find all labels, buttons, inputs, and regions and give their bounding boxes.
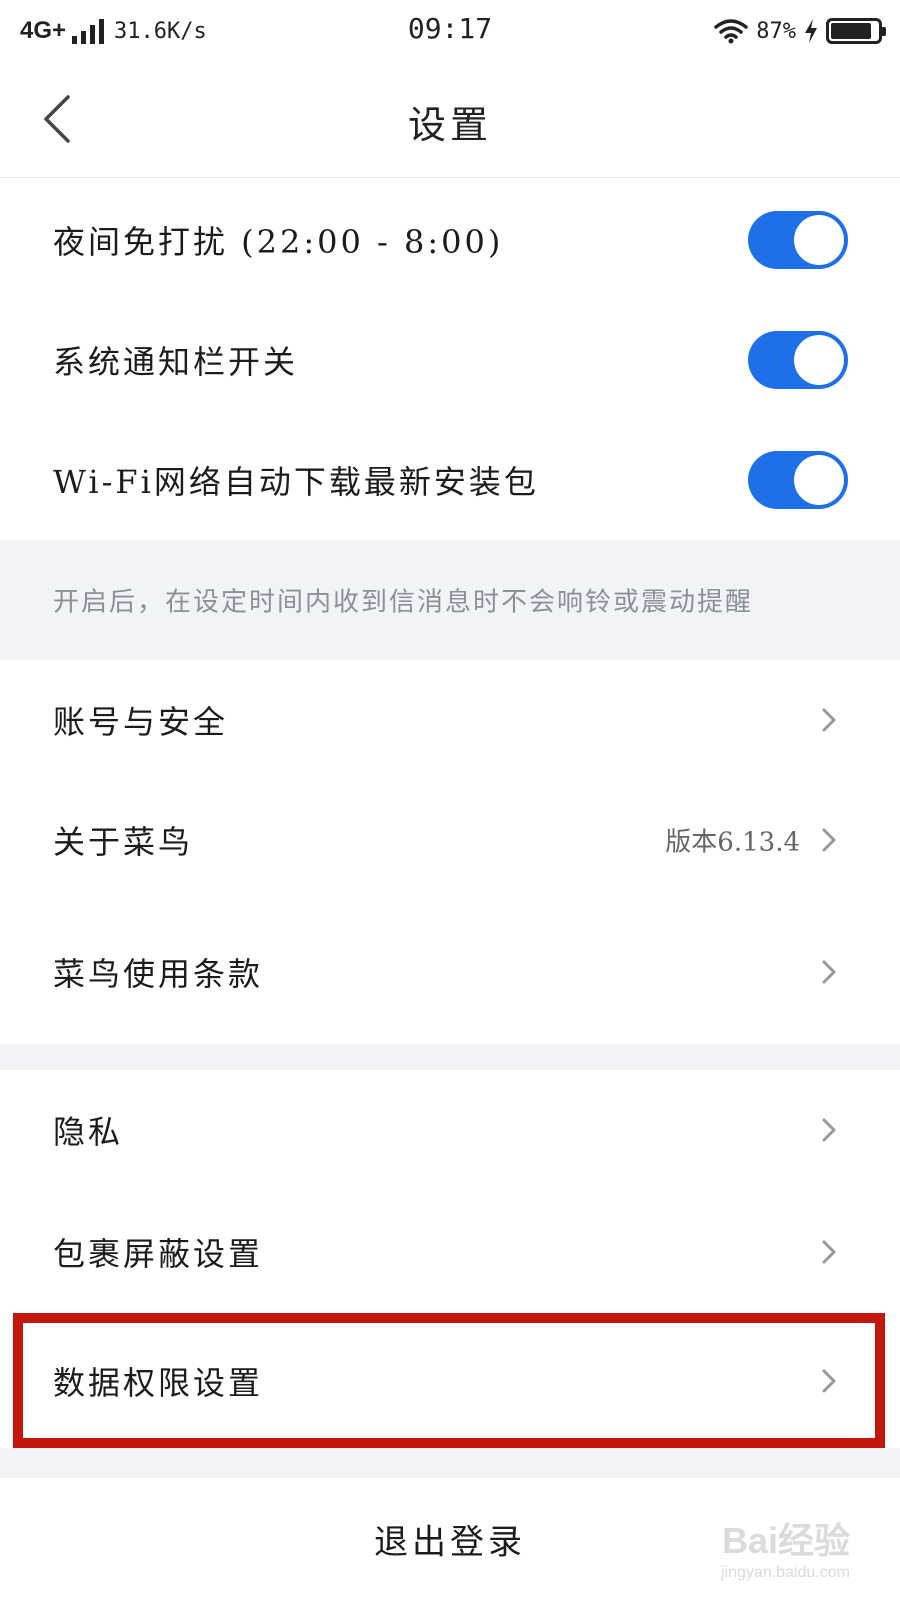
toggle-label: Wi-Fi网络自动下载最新安装包 xyxy=(53,463,539,501)
menu-item-about[interactable]: 关于菜鸟 版本6.13.4 xyxy=(0,780,900,900)
chevron-right-icon xyxy=(822,960,836,984)
battery-icon xyxy=(826,18,886,44)
watermark-logo: Bai经验 jingyan.baidu.com xyxy=(721,1520,850,1581)
menu-item-label: 隐私 xyxy=(53,1113,124,1151)
menu-item-label: 关于菜鸟 xyxy=(53,823,194,861)
status-bar: 4G+ 31.6K/s 09:17 87% xyxy=(0,0,900,60)
wifi-download-switch[interactable] xyxy=(748,451,848,509)
menu-item-account-security[interactable]: 账号与安全 xyxy=(0,660,900,780)
charging-icon xyxy=(805,19,817,43)
chevron-right-icon xyxy=(822,1118,836,1142)
battery-percent: 87% xyxy=(756,18,796,44)
menu-item-data-permission[interactable]: 数据权限设置 xyxy=(0,1314,900,1448)
toggle-row-dnd[interactable]: 夜间免打扰 (22:00 - 8:00) xyxy=(0,180,900,300)
toggle-label: 系统通知栏开关 xyxy=(53,343,299,381)
wifi-icon xyxy=(714,19,748,44)
menu-item-label: 账号与安全 xyxy=(53,703,229,741)
chevron-right-icon xyxy=(822,708,836,732)
menu-item-package-block[interactable]: 包裹屏蔽设置 xyxy=(0,1190,900,1314)
chevron-right-icon xyxy=(822,1240,836,1264)
menu-item-label: 菜鸟使用条款 xyxy=(53,955,264,993)
chevron-right-icon xyxy=(822,828,836,852)
menu-item-privacy[interactable]: 隐私 xyxy=(0,1070,900,1190)
menu-item-terms[interactable]: 菜鸟使用条款 xyxy=(0,900,900,1044)
hint-text: 开启后，在设定时间内收到信消息时不会响铃或震动提醒 xyxy=(53,587,754,618)
battery-level xyxy=(831,23,872,39)
dnd-switch[interactable] xyxy=(748,211,848,269)
dnd-hint: 开启后，在设定时间内收到信消息时不会响铃或震动提醒 xyxy=(0,540,900,660)
chevron-right-icon xyxy=(822,1369,836,1393)
section-divider xyxy=(0,1044,900,1070)
menu-item-label: 包裹屏蔽设置 xyxy=(53,1235,264,1273)
toggle-row-notification[interactable]: 系统通知栏开关 xyxy=(0,300,900,420)
page-title: 设置 xyxy=(407,103,492,147)
toggle-row-wifi-download[interactable]: Wi-Fi网络自动下载最新安装包 xyxy=(0,420,900,540)
nav-bar: 设置 xyxy=(0,60,900,178)
toggle-label: 夜间免打扰 (22:00 - 8:00) xyxy=(53,223,504,261)
section-divider xyxy=(0,1448,900,1478)
menu-item-label: 数据权限设置 xyxy=(53,1364,264,1402)
notification-switch[interactable] xyxy=(748,331,848,389)
version-text: 版本6.13.4 xyxy=(665,827,800,858)
